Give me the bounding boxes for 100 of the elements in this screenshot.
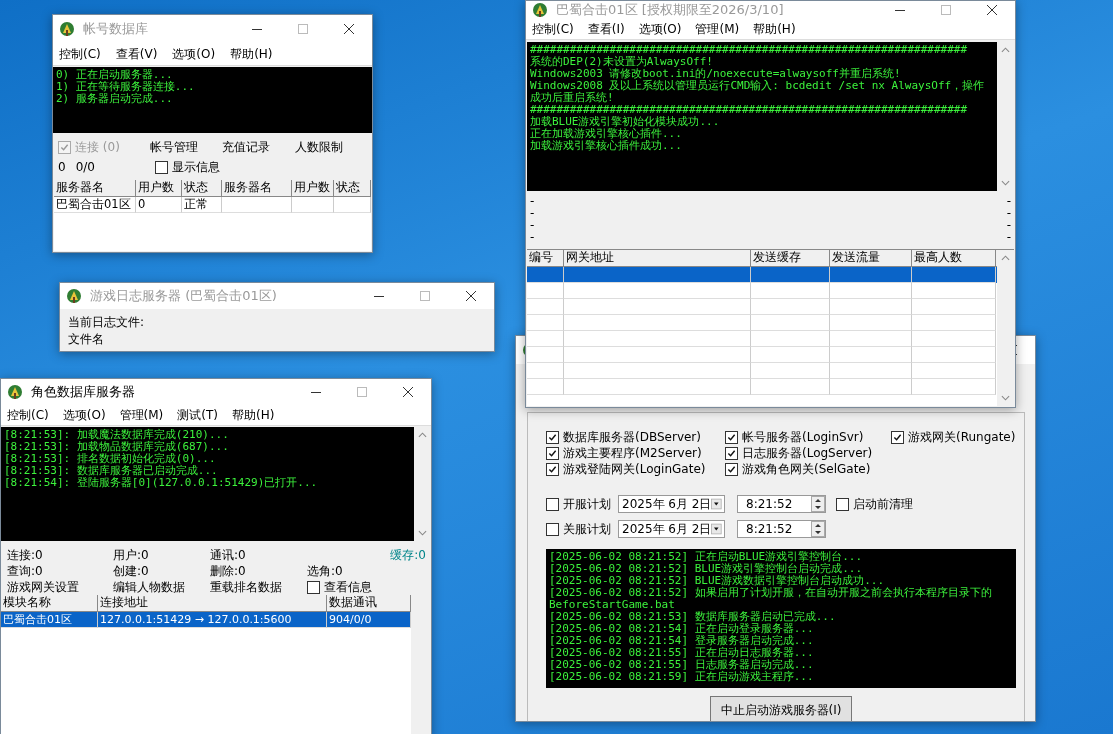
column-header[interactable]: 用户数 — [292, 180, 334, 196]
menu-item[interactable]: 选项(O) — [638, 20, 682, 38]
checkbox[interactable] — [725, 462, 738, 476]
action-button[interactable]: 重载排名数据 — [210, 578, 307, 596]
checkbox-label: 连接 (0) — [75, 138, 120, 156]
table-row[interactable]: 巴蜀合击01区 127.0.0.1:51429 → 127.0.0.1:5600 904/0/0 — [1, 612, 411, 628]
column-header[interactable]: 服务器名 — [54, 180, 136, 196]
menu-item[interactable]: 查看(V) — [115, 45, 158, 63]
spinner-icon[interactable] — [811, 496, 825, 512]
scroll-down-icon[interactable] — [418, 530, 427, 536]
stat-text: 连接:0 — [7, 546, 44, 564]
scroll-down-icon[interactable] — [1001, 395, 1010, 401]
table-cell — [292, 197, 334, 213]
checkmark-icon — [60, 142, 69, 152]
log-line: [2025-06-02 08:21:52] BLUE游戏引擎控制台启动完成... — [549, 563, 864, 575]
log-line: [8:21:53]: 数据库服务器已启动完成... — [4, 465, 219, 477]
menu-item[interactable]: 帮助(H) — [230, 45, 273, 63]
checkbox[interactable] — [546, 497, 559, 511]
log-line: ################################################################## — [530, 104, 969, 116]
counter-text: 0/0 — [75, 160, 95, 174]
action-button[interactable]: 充值记录 — [222, 138, 295, 156]
status-label: - — [1006, 219, 1011, 231]
checkbox[interactable] — [836, 497, 849, 511]
time-field[interactable]: 8:21:52 — [737, 520, 826, 538]
close-icon[interactable] — [466, 291, 476, 301]
column-header[interactable]: 编号 — [527, 250, 564, 266]
menu-item[interactable]: 管理(M) — [119, 406, 164, 424]
time-field[interactable]: 8:21:52 — [737, 495, 826, 513]
menu-item[interactable]: 控制(C) — [7, 406, 49, 424]
scroll-up-icon[interactable] — [1001, 47, 1010, 53]
column-header[interactable]: 最高人数 — [912, 250, 996, 266]
app-icon — [59, 21, 75, 37]
column-header[interactable]: 数据通讯 — [327, 595, 411, 611]
checkbox-label: 游戏主要程序(M2Server) — [563, 444, 702, 462]
date-picker[interactable]: 2025年 6月 2日 — [618, 495, 725, 513]
menu-item[interactable]: 选项(O) — [62, 406, 106, 424]
close-icon[interactable] — [987, 5, 997, 15]
checkbox-label: 开服计划 — [563, 495, 611, 513]
checkbox[interactable] — [891, 430, 904, 444]
stop-server-button[interactable]: 中止启动游戏服务器(I) — [709, 696, 853, 721]
column-header[interactable]: 网关地址 — [564, 250, 751, 266]
menu-item[interactable]: 帮助(H) — [232, 406, 275, 424]
column-header[interactable]: 发送流量 — [830, 250, 912, 266]
menu-item[interactable]: 控制(C) — [59, 45, 101, 63]
spinner-icon[interactable] — [811, 521, 825, 537]
menu-item[interactable]: 测试(T) — [177, 406, 218, 424]
action-button[interactable]: 编辑人物数据 — [113, 578, 210, 596]
table-cell: 巴蜀合击01区 — [1, 612, 98, 628]
column-header[interactable]: 状态 — [334, 180, 371, 196]
log-line: [8:21:53]: 加载魔法数据库完成(210)... — [4, 429, 230, 441]
close-icon[interactable] — [344, 24, 354, 34]
checkbox-label: 游戏网关(Rungate) — [908, 428, 1016, 446]
menu-item[interactable]: 查看(I) — [587, 20, 625, 38]
caret-icon[interactable] — [711, 497, 722, 511]
stat-text: 创建:0 — [113, 562, 150, 580]
table-cell — [334, 197, 371, 213]
stat-text: 删除:0 — [210, 562, 247, 580]
action-button[interactable]: 游戏网关设置 — [7, 578, 113, 596]
checkbox-label: 查看信息 — [324, 578, 372, 596]
action-button[interactable]: 帐号管理 — [149, 138, 223, 156]
checkbox[interactable] — [725, 446, 738, 460]
log-line: 加载BLUE游戏引擎初始化模块成功... — [530, 116, 721, 128]
column-header[interactable]: 用户数 — [136, 180, 182, 196]
date-picker[interactable]: 2025年 6月 2日 — [618, 520, 725, 538]
scroll-up-icon[interactable] — [1001, 255, 1010, 261]
scroll-up-icon[interactable] — [418, 432, 427, 438]
menu-item[interactable]: 选项(O) — [172, 45, 216, 63]
log-line: [2025-06-02 08:21:54] 登录服务器启动完成... — [549, 635, 815, 647]
checkbox[interactable] — [154, 160, 168, 174]
checkbox[interactable] — [725, 430, 738, 444]
vertical-scrollbar[interactable] — [997, 250, 1014, 406]
checkbox-label: 帐号服务器(LoginSvr) — [742, 428, 864, 446]
log-line: ################################################################## — [530, 44, 969, 56]
stat-text: 通讯:0 — [210, 546, 247, 564]
checkbox-label: 关服计划 — [563, 520, 611, 538]
column-header[interactable]: 发送缓存 — [751, 250, 830, 266]
action-button[interactable]: 人数限制 — [294, 138, 367, 156]
column-header[interactable]: 状态 — [182, 180, 222, 196]
status-label: - — [530, 207, 535, 219]
column-header[interactable]: 服务器名 — [222, 180, 292, 196]
window-title: 游戏日志服务器 (巴蜀合击01区) — [90, 287, 277, 305]
column-header[interactable]: 模块名称 — [1, 595, 98, 611]
log-line: [2025-06-02 08:21:52] BLUE游戏数据引擎控制台启动成功... — [549, 575, 886, 587]
table-row[interactable] — [527, 267, 997, 283]
menu-item[interactable]: 控制(C) — [532, 20, 574, 38]
checkbox[interactable] — [546, 430, 559, 444]
checkbox-label: 启动前清理 — [853, 495, 913, 513]
log-line: 0) 正在启动服务器... — [56, 69, 174, 81]
column-header[interactable]: 连接地址 — [98, 595, 327, 611]
checkbox[interactable] — [546, 462, 559, 476]
checkbox-label: 显示信息 — [171, 158, 220, 176]
checkbox[interactable] — [546, 522, 559, 536]
close-icon[interactable] — [403, 387, 413, 397]
checkbox[interactable] — [307, 580, 320, 594]
scroll-down-icon[interactable] — [1001, 180, 1010, 186]
menu-item[interactable]: 帮助(H) — [753, 20, 796, 38]
checkbox[interactable] — [546, 446, 559, 460]
caret-icon[interactable] — [711, 522, 722, 536]
status-label: - — [530, 219, 535, 231]
menu-item[interactable]: 管理(M) — [695, 20, 740, 38]
